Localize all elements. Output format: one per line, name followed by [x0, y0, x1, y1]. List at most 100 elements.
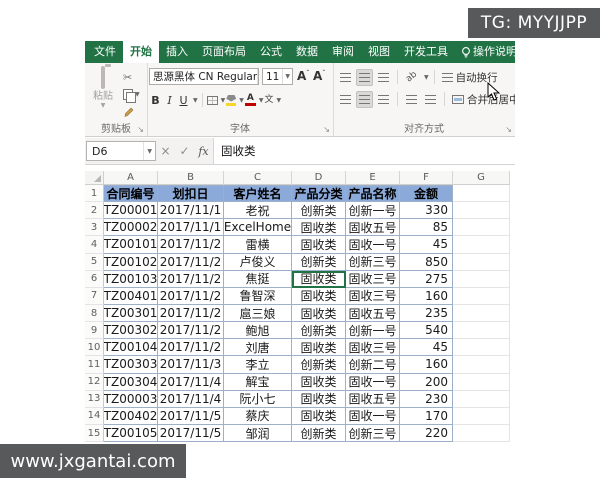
row-header-8[interactable]: 8 — [85, 305, 104, 322]
tell-me-box[interactable]: 操作说明 — [473, 41, 515, 63]
decrease-font-size-button[interactable]: Aˇ — [313, 69, 325, 83]
clipboard-dialog-launcher-icon[interactable]: ↘ — [137, 126, 144, 134]
phonetic-guide-icon[interactable]: 文 — [265, 95, 274, 105]
cell-D5[interactable]: 创新类 — [292, 254, 346, 271]
decrease-indent-button[interactable] — [403, 91, 420, 108]
cell-A3[interactable]: TZ00002 — [104, 219, 158, 236]
column-header-A[interactable]: A — [104, 171, 158, 185]
row-header-10[interactable]: 10 — [85, 339, 104, 356]
alignment-dialog-launcher-icon[interactable]: ↘ — [505, 126, 512, 134]
cell-C15[interactable]: 邹润 — [224, 425, 292, 442]
row-header-6[interactable]: 6 — [85, 271, 104, 288]
name-box[interactable]: D6 ▼ — [86, 141, 156, 161]
cell-E5[interactable]: 创新三号 — [346, 254, 400, 271]
cell-G11[interactable] — [453, 356, 510, 373]
cell-E12[interactable]: 固收一号 — [346, 374, 400, 391]
cell-C9[interactable]: 鲍旭 — [224, 322, 292, 339]
cell-B10[interactable]: 2017/11/2 — [158, 339, 224, 356]
cell-G13[interactable] — [453, 391, 510, 408]
cell-G9[interactable] — [453, 322, 510, 339]
cell-B5[interactable]: 2017/11/2 — [158, 254, 224, 271]
cell-F13[interactable]: 230 — [400, 391, 453, 408]
cell-A15[interactable]: TZ00105 — [104, 425, 158, 442]
cell-B4[interactable]: 2017/11/2 — [158, 236, 224, 253]
cell-G8[interactable] — [453, 305, 510, 322]
cell-B7[interactable]: 2017/11/2 — [158, 288, 224, 305]
cell-G2[interactable] — [453, 202, 510, 219]
cell-D15[interactable]: 创新类 — [292, 425, 346, 442]
cell-C10[interactable]: 刘唐 — [224, 339, 292, 356]
row-header-15[interactable]: 15 — [85, 425, 104, 442]
ribbon-tab-页面布局[interactable]: 页面布局 — [195, 41, 253, 63]
cell-G3[interactable] — [453, 219, 510, 236]
column-header-C[interactable]: C — [224, 171, 292, 185]
font-dialog-launcher-icon[interactable]: ↘ — [323, 126, 330, 134]
ribbon-tab-文件[interactable]: 文件 — [87, 41, 123, 63]
row-header-1[interactable]: 1 — [85, 185, 104, 202]
confirm-entry-button[interactable]: ✓ — [175, 144, 194, 158]
row-header-12[interactable]: 12 — [85, 374, 104, 391]
cell-A5[interactable]: TZ00102 — [104, 254, 158, 271]
row-header-5[interactable]: 5 — [85, 254, 104, 271]
cell-G1[interactable] — [453, 185, 510, 202]
cell-C13[interactable]: 阮小七 — [224, 391, 292, 408]
cell-C8[interactable]: 扈三娘 — [224, 305, 292, 322]
select-all-corner[interactable] — [85, 171, 104, 185]
cell-A1[interactable]: 合同编号 — [104, 185, 158, 202]
ribbon-tab-视图[interactable]: 视图 — [361, 41, 397, 63]
cell-E6[interactable]: 固收三号 — [346, 271, 400, 288]
phonetic-dropdown-icon[interactable]: ▼ — [277, 97, 282, 104]
font-color-dropdown-icon[interactable]: ▼ — [259, 97, 264, 104]
insert-function-button[interactable]: fx — [194, 145, 213, 158]
cell-B11[interactable]: 2017/11/3 — [158, 356, 224, 373]
cell-B6[interactable]: 2017/11/2 — [158, 271, 224, 288]
cell-G6[interactable] — [453, 271, 510, 288]
cell-A14[interactable]: TZ00402 — [104, 408, 158, 425]
row-header-7[interactable]: 7 — [85, 288, 104, 305]
top-align-button[interactable] — [337, 69, 354, 86]
row-header-2[interactable]: 2 — [85, 202, 104, 219]
cell-E3[interactable]: 固收五号 — [346, 219, 400, 236]
cell-E8[interactable]: 固收五号 — [346, 305, 400, 322]
cell-D9[interactable]: 创新类 — [292, 322, 346, 339]
bottom-align-button[interactable] — [375, 69, 392, 86]
cell-B13[interactable]: 2017/11/4 — [158, 391, 224, 408]
cell-F7[interactable]: 160 — [400, 288, 453, 305]
increase-indent-button[interactable] — [422, 91, 439, 108]
cell-E11[interactable]: 创新二号 — [346, 356, 400, 373]
cell-D2[interactable]: 创新类 — [292, 202, 346, 219]
formula-content[interactable]: 固收类 — [213, 138, 515, 164]
cell-D7[interactable]: 固收类 — [292, 288, 346, 305]
borders-dropdown-icon[interactable]: ▼ — [221, 97, 226, 104]
italic-button[interactable]: I — [163, 92, 176, 108]
cell-A10[interactable]: TZ00104 — [104, 339, 158, 356]
align-center-button[interactable] — [356, 91, 373, 108]
middle-align-button[interactable] — [356, 69, 373, 86]
cell-G7[interactable] — [453, 288, 510, 305]
ribbon-tab-开发工具[interactable]: 开发工具 — [397, 41, 455, 63]
font-size-combo[interactable]: 11 ▼ — [262, 68, 293, 85]
format-painter-button[interactable] — [123, 103, 145, 120]
cell-D4[interactable]: 固收类 — [292, 236, 346, 253]
cell-E7[interactable]: 固收三号 — [346, 288, 400, 305]
name-box-dropdown-icon[interactable]: ▼ — [143, 142, 155, 160]
cell-F3[interactable]: 85 — [400, 219, 453, 236]
cell-D11[interactable]: 创新类 — [292, 356, 346, 373]
column-header-B[interactable]: B — [158, 171, 224, 185]
cell-F5[interactable]: 850 — [400, 254, 453, 271]
cell-C3[interactable]: ExcelHome — [224, 219, 292, 236]
cell-A13[interactable]: TZ00003 — [104, 391, 158, 408]
cell-G4[interactable] — [453, 236, 510, 253]
row-header-9[interactable]: 9 — [85, 322, 104, 339]
ribbon-tab-公式[interactable]: 公式 — [253, 41, 289, 63]
cell-C11[interactable]: 李立 — [224, 356, 292, 373]
cell-C4[interactable]: 雷横 — [224, 236, 292, 253]
ribbon-tab-数据[interactable]: 数据 — [289, 41, 325, 63]
row-header-14[interactable]: 14 — [85, 408, 104, 425]
cell-F12[interactable]: 200 — [400, 374, 453, 391]
underline-button[interactable]: U — [177, 92, 190, 108]
cell-B15[interactable]: 2017/11/5 — [158, 425, 224, 442]
cell-D14[interactable]: 固收类 — [292, 408, 346, 425]
font-name-combo[interactable]: 思源黑体 CN Regular ▼ — [149, 68, 259, 85]
tell-me-lightbulb-icon[interactable] — [461, 41, 471, 63]
